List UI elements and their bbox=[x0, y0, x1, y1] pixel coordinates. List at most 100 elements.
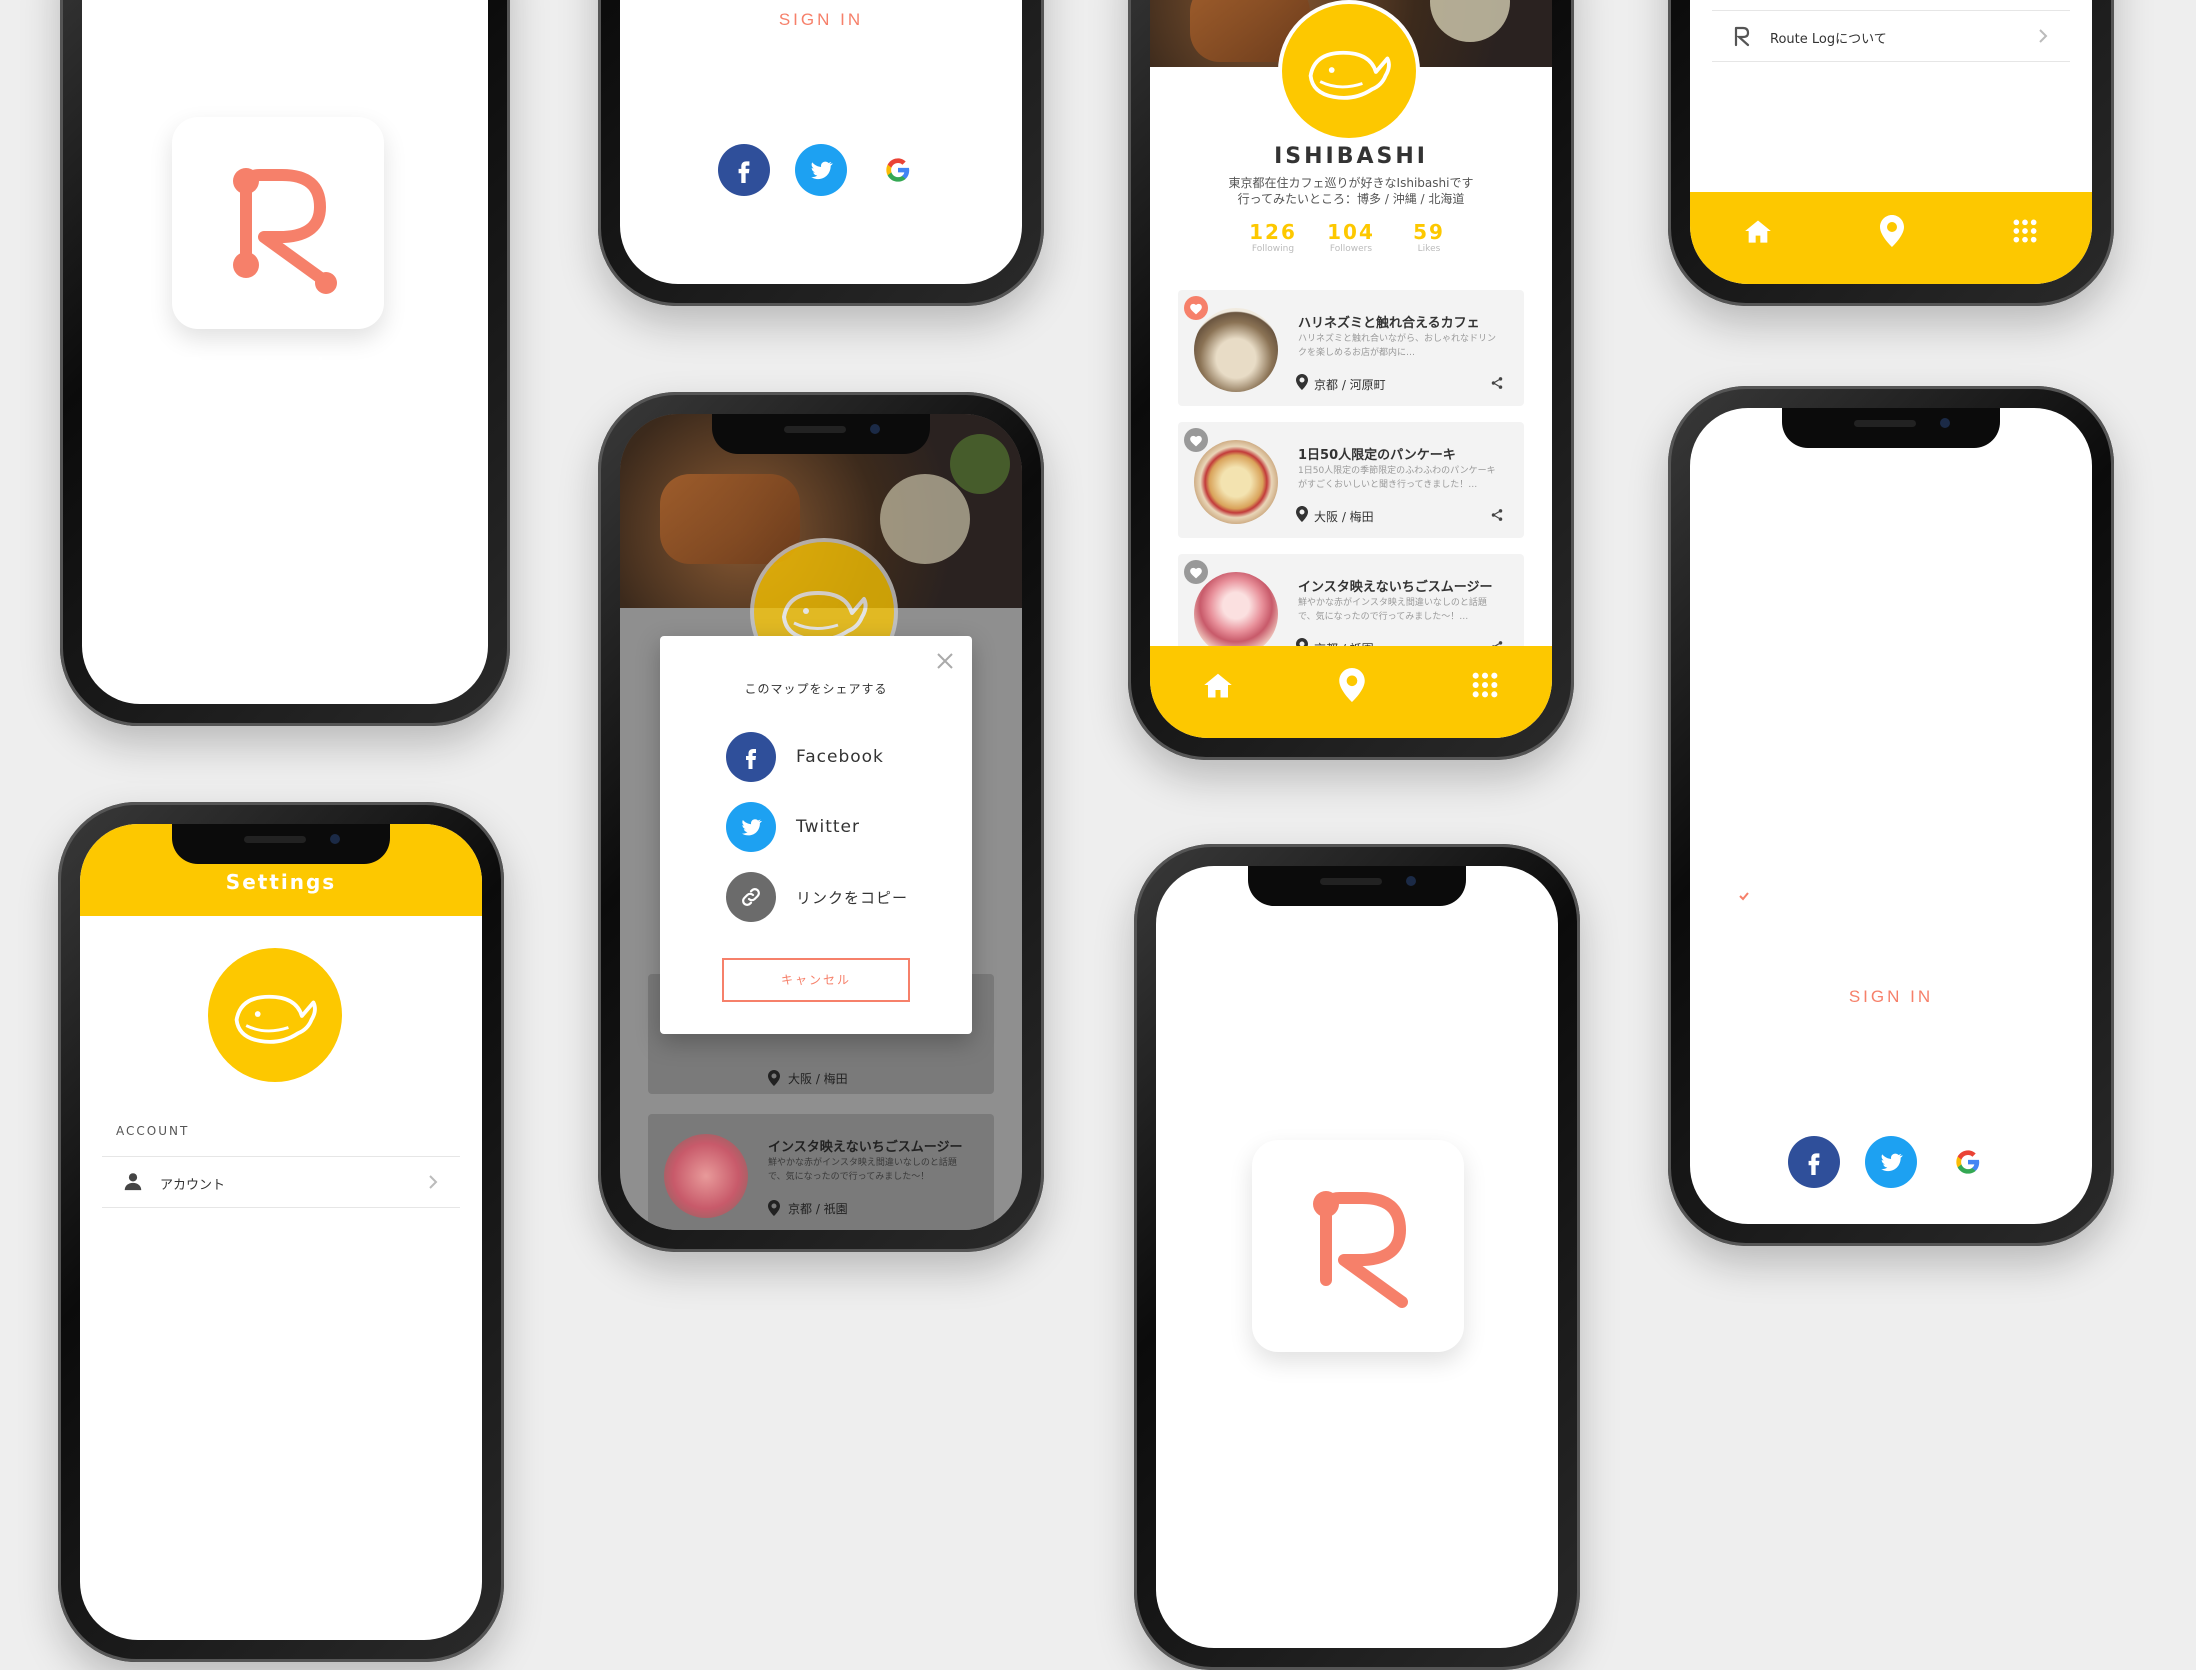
username-label: UserName OR Email bbox=[1736, 722, 1821, 732]
post-desc: 鮮やかな赤がインスタ映え間違いなしのと話題で、気になったので行ってみました～！… bbox=[1298, 598, 1487, 622]
profile-bio-line2: 行ってみたいところ：博多 / 沖縄 / 北海道 bbox=[1237, 192, 1465, 206]
google-login-button[interactable] bbox=[872, 144, 924, 196]
share-modal: このマップをシェアする Facebook Twitter リンクをコピー キャン… bbox=[660, 636, 972, 1034]
bg-location-text: 大阪 / 梅田 bbox=[788, 1072, 848, 1086]
heart-icon bbox=[1190, 303, 1202, 314]
user-icon bbox=[124, 1173, 142, 1191]
share-icon[interactable] bbox=[1490, 508, 1504, 522]
map-pin-icon bbox=[1296, 506, 1308, 522]
home-icon[interactable] bbox=[1203, 671, 1233, 699]
google-icon bbox=[1956, 1150, 1980, 1174]
bg-post-desc: 鮮やかな赤がインスタ映え間違いなしのと話題で、気になったので行ってみました～！ bbox=[768, 1158, 957, 1182]
account-section-label: ACCOUNT bbox=[116, 1124, 190, 1138]
share-title: このマップをシェアする bbox=[744, 682, 888, 696]
post-title: インスタ映えないちごスムージー bbox=[1298, 580, 1493, 595]
route-log-logo-icon bbox=[1734, 26, 1750, 47]
forgot-password-link[interactable]: Forgot Password? bbox=[620, 64, 1022, 79]
password-placeholder: Password bbox=[1772, 838, 1830, 853]
chevron-right-icon bbox=[2039, 29, 2048, 43]
phone-login-cropped: SIGN IN Forgot Password? OR bbox=[598, 0, 1044, 306]
splash-app-name: Route Log bbox=[179, 350, 391, 392]
route-log-logo-icon bbox=[233, 168, 337, 294]
phone-splash-cropped bbox=[1134, 844, 1580, 1670]
route-log-logo-icon bbox=[1313, 1191, 1408, 1308]
facebook-icon bbox=[746, 749, 756, 769]
twitter-login-button[interactable] bbox=[795, 144, 847, 196]
copy-link-label: リンクをコピー bbox=[796, 888, 909, 907]
about-menu-label: Route Logについて bbox=[1770, 32, 1887, 47]
password-field[interactable]: Password bbox=[1736, 828, 2046, 864]
facebook-icon bbox=[738, 161, 750, 183]
google-icon bbox=[886, 158, 910, 182]
facebook-login-button[interactable] bbox=[1788, 1136, 1840, 1188]
route-log-logo-icon bbox=[1879, 524, 1908, 564]
stat-likes-value: 59 bbox=[1413, 220, 1445, 244]
login-app-name: Route Log bbox=[1789, 584, 1993, 625]
notch bbox=[172, 824, 390, 864]
about-cropped-screen: Route Logについて bbox=[1690, 0, 2092, 284]
post-thumbnail bbox=[1194, 308, 1278, 392]
check-icon bbox=[1736, 888, 1752, 904]
stat-followers-label: Followers bbox=[1329, 244, 1373, 254]
post-title: ハリネズミと触れ合えるカフェ bbox=[1298, 316, 1480, 331]
account-menu-label: アカウント bbox=[160, 1178, 226, 1193]
twitter-icon bbox=[811, 161, 833, 180]
stat-followers[interactable]: 104 Followers bbox=[1318, 220, 1384, 254]
like-button[interactable] bbox=[1184, 428, 1208, 452]
stat-following[interactable]: 126 Following bbox=[1240, 220, 1306, 254]
map-pin-icon[interactable] bbox=[1880, 215, 1904, 247]
grid-icon[interactable] bbox=[1471, 671, 1499, 699]
map-pin-icon[interactable] bbox=[1339, 668, 1365, 702]
username-placeholder: UserName OR Email bbox=[1772, 744, 1894, 759]
map-pin-icon bbox=[1296, 374, 1308, 390]
phone-about-cropped: Route Logについて bbox=[1668, 0, 2114, 306]
whale-icon bbox=[1308, 50, 1391, 100]
post-card[interactable]: 1日50人限定のパンケーキ 1日50人限定の季節限定のふわふわのパンケーキがすご… bbox=[1178, 422, 1524, 538]
copy-link-option[interactable]: リンクをコピー bbox=[726, 872, 908, 922]
tab-bar bbox=[1690, 192, 2092, 284]
share-facebook-option[interactable]: Facebook bbox=[726, 732, 884, 782]
post-card[interactable]: ハリネズミと触れ合えるカフェ ハリネズミと触れ合いながら、おしゃれなドリンクを楽… bbox=[1178, 290, 1524, 406]
forgot-password-link[interactable]: Forgot Password? bbox=[1690, 1042, 2092, 1057]
tab-bar bbox=[1150, 646, 1552, 738]
heart-icon bbox=[1190, 435, 1202, 446]
or-label: OR bbox=[810, 107, 832, 121]
profile-screen: ISHIBASHI 東京都在住カフェ巡りが好きなIshibashiです 行ってみ… bbox=[1150, 0, 1552, 738]
share-icon[interactable] bbox=[1490, 376, 1504, 390]
settings-avatar[interactable] bbox=[208, 948, 342, 1082]
chevron-right-icon bbox=[429, 1175, 438, 1189]
share-twitter-option[interactable]: Twitter bbox=[726, 802, 860, 852]
google-login-button[interactable] bbox=[1942, 1136, 1994, 1188]
like-button[interactable] bbox=[1184, 296, 1208, 320]
post-location: 京都 / 河原町 bbox=[1314, 378, 1386, 392]
bg-post-location: 京都 / 祇園 bbox=[788, 1202, 848, 1216]
share-screen: 大阪 / 梅田 インスタ映えないちごスムージー 鮮やかな赤がインスタ映え間違いな… bbox=[620, 414, 1022, 1230]
about-menu-item[interactable]: Route Logについて bbox=[1712, 10, 2070, 62]
cancel-button[interactable]: キャンセル bbox=[722, 958, 910, 1002]
splash-tagline: Make your map bbox=[210, 406, 360, 425]
password-label: Password bbox=[1736, 816, 1776, 826]
profile-stats: 126 Following 104 Followers 59 Likes bbox=[1240, 220, 1462, 254]
stat-likes[interactable]: 59 Likes bbox=[1396, 220, 1462, 254]
keep-signed-checkbox[interactable]: Keep me signed bbox=[1736, 888, 1870, 904]
link-icon bbox=[742, 888, 760, 906]
user-icon bbox=[1744, 744, 1756, 757]
username-field[interactable]: UserName OR Email bbox=[1736, 734, 2046, 770]
like-button[interactable] bbox=[1184, 560, 1208, 584]
stat-following-label: Following bbox=[1251, 244, 1295, 254]
home-icon[interactable] bbox=[1744, 218, 1772, 244]
account-menu-item[interactable]: アカウント bbox=[102, 1156, 460, 1208]
close-button[interactable] bbox=[934, 650, 956, 672]
facebook-login-button[interactable] bbox=[718, 144, 770, 196]
twitter-login-button[interactable] bbox=[1865, 1136, 1917, 1188]
app-logo-tile bbox=[1252, 1140, 1464, 1352]
sign-in-button[interactable]: SIGN IN bbox=[1736, 972, 2046, 1022]
settings-title: Settings bbox=[225, 870, 337, 894]
settings-screen: Settings ACCOUNT アカウント bbox=[80, 824, 482, 1640]
sign-in-button[interactable]: SIGN IN bbox=[666, 0, 976, 44]
grid-icon[interactable] bbox=[2012, 218, 2038, 244]
profile-avatar bbox=[1278, 0, 1420, 142]
phone-login: Route Log Make your map UserName OR Emai… bbox=[1668, 386, 2114, 1246]
splash-screen: Route Log Make your map bbox=[82, 0, 488, 704]
or-label: OR bbox=[1880, 1098, 1902, 1112]
